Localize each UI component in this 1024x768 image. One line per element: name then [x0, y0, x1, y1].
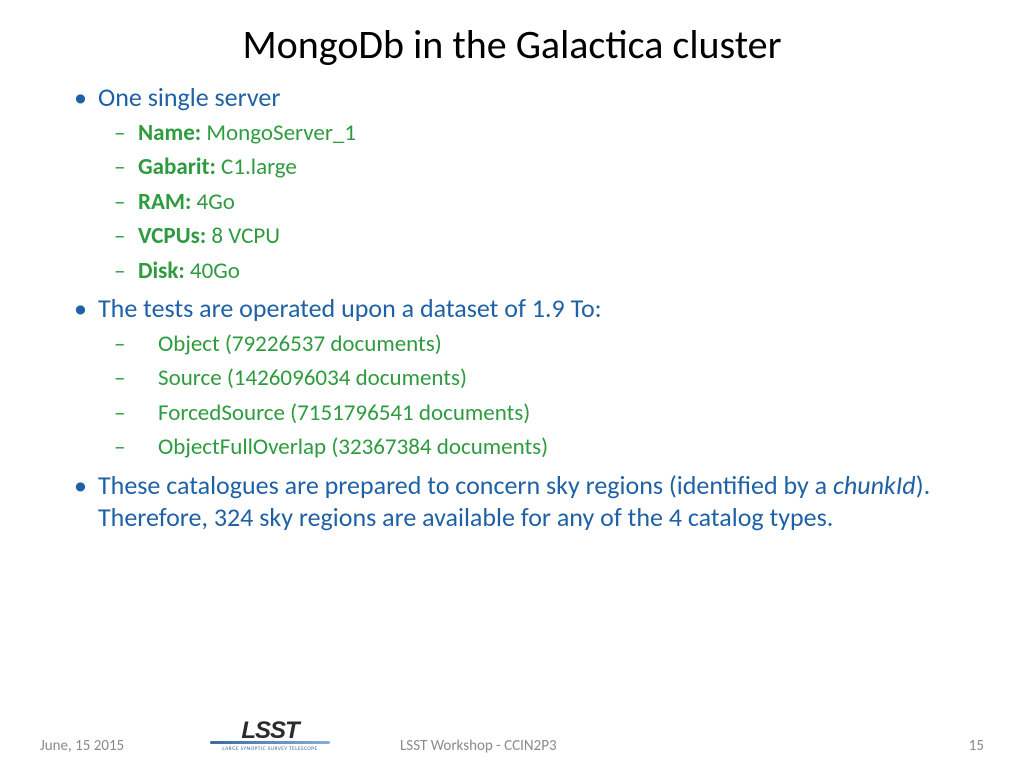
bullet-text-a: These catalogues are prepared to concern…	[98, 469, 833, 501]
logo-subtext: LARGE SYNOPTIC SURVEY TELESCOPE	[210, 746, 330, 752]
spec-value: 40Go	[185, 257, 240, 285]
spec-label: Gabarit:	[138, 153, 216, 181]
dataset-source: Source (1426096034 documents)	[108, 361, 984, 396]
slide-title: MongoDb in the Galactica cluster	[40, 20, 984, 69]
spec-gabarit: Gabarit: C1.large	[108, 150, 984, 185]
bullet-catalogues: These catalogues are prepared to concern…	[70, 469, 984, 534]
footer-date: June, 15 2015	[40, 737, 124, 755]
bullet-list: One single server Name: MongoServer_1 Ga…	[70, 81, 984, 534]
bullet-text: One single server	[98, 81, 280, 113]
spec-ram: RAM: 4Go	[108, 185, 984, 220]
spec-label: VCPUs:	[138, 222, 206, 250]
slide: MongoDb in the Galactica cluster One sin…	[0, 0, 1024, 768]
lsst-logo: LSST LARGE SYNOPTIC SURVEY TELESCOPE	[210, 721, 330, 752]
dataset-forcedsource: ForcedSource (7151796541 documents)	[108, 396, 984, 431]
spec-label: Name:	[138, 119, 201, 147]
footer-page-number: 15	[969, 737, 984, 755]
dataset-object: Object (79226537 documents)	[108, 327, 984, 362]
slide-body: One single server Name: MongoServer_1 Ga…	[40, 81, 984, 534]
bullet-dataset: The tests are operated upon a dataset of…	[70, 292, 984, 465]
spec-value: 8 VCPU	[206, 222, 280, 250]
logo-text: LSST	[210, 721, 330, 740]
server-specs: Name: MongoServer_1 Gabarit: C1.large RA…	[98, 116, 984, 289]
spec-disk: Disk: 40Go	[108, 254, 984, 289]
dataset-objectfulloverlap: ObjectFullOverlap (32367384 documents)	[108, 430, 984, 465]
spec-value: MongoServer_1	[201, 119, 356, 147]
dataset-list: Object (79226537 documents) Source (1426…	[98, 327, 984, 465]
footer-center: LSST Workshop - CCIN2P3	[400, 737, 557, 755]
spec-vcpu: VCPUs: 8 VCPU	[108, 219, 984, 254]
spec-name: Name: MongoServer_1	[108, 116, 984, 151]
bullet-text-em: chunkId	[833, 469, 916, 501]
spec-label: RAM:	[138, 188, 191, 216]
spec-value: 4Go	[191, 188, 235, 216]
bullet-server: One single server Name: MongoServer_1 Ga…	[70, 81, 984, 288]
bullet-text: The tests are operated upon a dataset of…	[98, 292, 602, 324]
spec-value: C1.large	[216, 153, 297, 181]
spec-label: Disk:	[138, 257, 185, 285]
